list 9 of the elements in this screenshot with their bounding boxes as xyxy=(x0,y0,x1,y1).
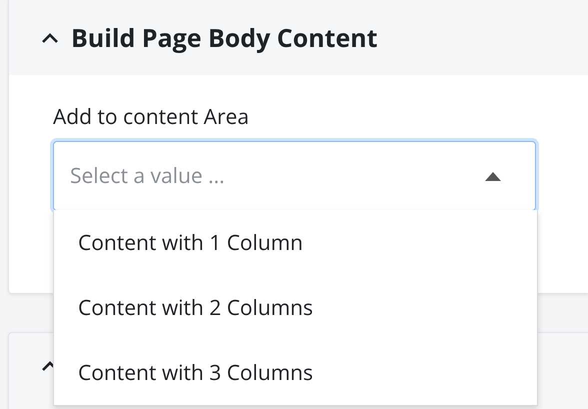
panel-title: Build Page Body Content xyxy=(71,20,378,54)
caret-icon[interactable] xyxy=(41,32,59,44)
placeholder-text: Select a value ... xyxy=(70,162,225,190)
panel-header[interactable]: Build Page Body Content xyxy=(9,0,588,75)
triangle-icon xyxy=(485,172,501,180)
dropdown-option[interactable]: Content with 3 Columns xyxy=(54,340,537,405)
dropdown-option[interactable]: Content with 1 Column xyxy=(54,210,537,275)
field-label: Add to content Area xyxy=(53,103,250,131)
dropdown-option[interactable]: Content with 2 Columns xyxy=(54,275,537,340)
